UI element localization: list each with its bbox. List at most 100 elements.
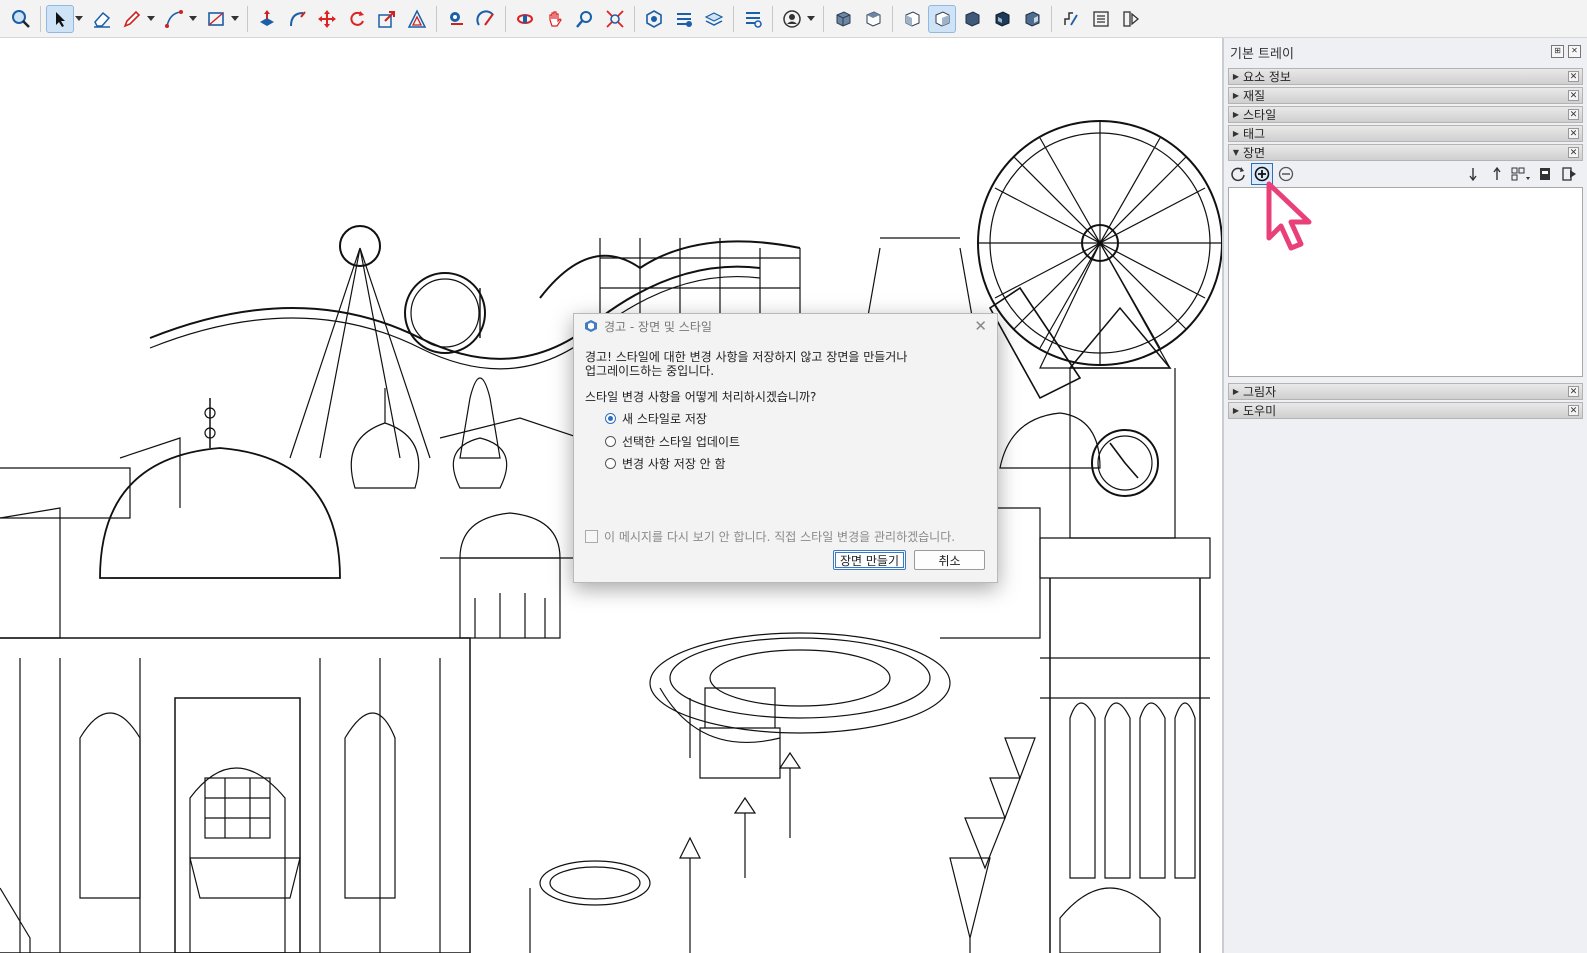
toolbar-separator	[40, 5, 41, 32]
create-scene-button[interactable]: 장면 만들기	[833, 550, 906, 570]
expand-arrow-icon: ▶	[1232, 72, 1240, 81]
panel-tags[interactable]: ▶ 태그 ✕	[1228, 125, 1583, 142]
dont-show-again-checkbox[interactable]: 이 메시지를 다시 보기 안 합니다. 직접 스타일 변경을 관리하겠습니다.	[585, 528, 955, 545]
collapse-arrow-icon: ▼	[1232, 148, 1240, 157]
outliner-icon[interactable]	[1088, 6, 1114, 32]
front-view-icon[interactable]	[899, 6, 925, 32]
dialog-message: 경고! 스타일에 대한 변경 사항을 저장하지 않고 장면을 만들거나 업그레이…	[585, 350, 985, 378]
move-scene-down-icon[interactable]	[1463, 164, 1483, 184]
tray-title-bar: 기본 트레이 ⊞ ✕	[1224, 38, 1587, 66]
close-icon[interactable]: ✕	[1568, 45, 1581, 58]
expand-arrow-icon: ▶	[1232, 110, 1240, 119]
warehouse-icon[interactable]	[641, 6, 667, 32]
checkbox-label: 이 메시지를 다시 보기 안 합니다. 직접 스타일 변경을 관리하겠습니다.	[604, 530, 956, 544]
toolbar-separator	[247, 5, 248, 32]
dialog-title: 경고 - 장면 및 스타일	[604, 319, 712, 334]
chevron-down-icon[interactable]	[807, 6, 815, 32]
rectangle-icon[interactable]	[203, 6, 229, 32]
orbit-icon[interactable]	[512, 6, 538, 32]
panel-styles[interactable]: ▶ 스타일 ✕	[1228, 106, 1583, 123]
right-view-icon[interactable]	[928, 4, 956, 33]
radio-button[interactable]	[605, 413, 616, 424]
close-icon[interactable]: ✕	[974, 317, 987, 335]
panel-label: 스타일	[1243, 108, 1277, 122]
radio-button[interactable]	[605, 436, 616, 447]
follow-me-icon[interactable]	[284, 6, 310, 32]
pan-hand-icon[interactable]	[542, 6, 568, 32]
mouse-cursor-icon	[1266, 181, 1312, 251]
option-update-selected-style[interactable]: 선택한 스타일 업데이트	[605, 433, 740, 450]
pin-icon[interactable]: ⊞	[1551, 45, 1564, 58]
chevron-down-icon[interactable]	[189, 6, 197, 32]
zoom-icon[interactable]	[8, 6, 34, 32]
eraser-icon[interactable]	[89, 6, 115, 32]
tray-title: 기본 트레이	[1230, 46, 1294, 62]
refresh-scene-icon[interactable]	[1228, 164, 1248, 184]
chevron-down-icon[interactable]	[231, 6, 239, 32]
offset-icon[interactable]	[404, 6, 430, 32]
magnifier-icon[interactable]	[572, 6, 598, 32]
pencil-icon[interactable]	[119, 6, 145, 32]
view-options-icon[interactable]	[1511, 164, 1531, 184]
panel-scenes[interactable]: ▼ 장면 ✕	[1228, 144, 1583, 161]
arc-icon[interactable]	[161, 6, 187, 32]
expand-arrow-icon: ▶	[1232, 406, 1240, 415]
styles-icon[interactable]	[740, 6, 766, 32]
close-icon[interactable]: ✕	[1568, 147, 1579, 158]
scale-icon[interactable]	[374, 6, 400, 32]
toolbar-separator	[1051, 5, 1052, 32]
sketchup-logo-icon	[585, 320, 597, 332]
close-icon[interactable]: ✕	[1568, 90, 1579, 101]
close-icon[interactable]: ✕	[1568, 109, 1579, 120]
expand-arrow-icon: ▶	[1232, 129, 1240, 138]
components-panel-icon[interactable]	[1118, 6, 1144, 32]
show-details-icon[interactable]	[1559, 164, 1579, 184]
bottom-view-icon[interactable]	[1019, 6, 1045, 32]
extension-icon[interactable]	[671, 6, 697, 32]
expand-arrow-icon: ▶	[1232, 387, 1240, 396]
close-icon[interactable]: ✕	[1568, 71, 1579, 82]
close-icon[interactable]: ✕	[1568, 386, 1579, 397]
checkbox[interactable]	[585, 530, 598, 543]
toolbar-separator	[892, 5, 893, 32]
close-icon[interactable]: ✕	[1568, 128, 1579, 139]
panel-instructor[interactable]: ▶ 도우미 ✕	[1228, 402, 1583, 419]
iso-view-icon[interactable]	[830, 6, 856, 32]
toolbar-separator	[505, 5, 506, 32]
model-info-icon[interactable]	[1058, 6, 1084, 32]
account-icon[interactable]	[779, 6, 805, 32]
protractor-icon[interactable]	[473, 6, 499, 32]
zoom-extents-icon[interactable]	[602, 6, 628, 32]
main-toolbar	[0, 0, 1587, 38]
panel-materials[interactable]: ▶ 재질 ✕	[1228, 87, 1583, 104]
toolbar-separator	[634, 5, 635, 32]
cancel-button[interactable]: 취소	[914, 550, 985, 570]
option-save-new-style[interactable]: 새 스타일로 저장	[605, 410, 707, 427]
close-icon[interactable]: ✕	[1568, 405, 1579, 416]
toolbar-separator	[823, 5, 824, 32]
dialog-title-bar: 경고 - 장면 및 스타일 ✕	[574, 314, 997, 338]
top-view-icon[interactable]	[860, 6, 886, 32]
move-icon[interactable]	[314, 6, 340, 32]
chevron-down-icon[interactable]	[147, 6, 155, 32]
left-view-icon[interactable]	[989, 6, 1015, 32]
select-arrow-icon[interactable]	[46, 4, 74, 33]
default-tray: 기본 트레이 ⊞ ✕ ▶ 요소 정보 ✕ ▶ 재질 ✕ ▶ 스타일 ✕ ▶ 태그…	[1222, 38, 1587, 953]
tape-measure-icon[interactable]	[443, 6, 469, 32]
warning-dialog: 경고 - 장면 및 스타일 ✕ 경고! 스타일에 대한 변경 사항을 저장하지 …	[573, 313, 998, 583]
option-label: 새 스타일로 저장	[622, 412, 707, 426]
move-scene-up-icon[interactable]	[1487, 164, 1507, 184]
scene-thumbnail-icon[interactable]	[1535, 164, 1555, 184]
back-view-icon[interactable]	[959, 6, 985, 32]
layers-icon[interactable]	[701, 6, 727, 32]
option-label: 변경 사항 저장 안 함	[622, 457, 726, 471]
radio-button[interactable]	[605, 458, 616, 469]
panel-label: 장면	[1243, 146, 1266, 160]
chevron-down-icon[interactable]	[75, 6, 83, 32]
rotate-icon[interactable]	[344, 6, 370, 32]
panel-shadows[interactable]: ▶ 그림자 ✕	[1228, 383, 1583, 400]
panel-entity-info[interactable]: ▶ 요소 정보 ✕	[1228, 68, 1583, 85]
option-do-not-save[interactable]: 변경 사항 저장 안 함	[605, 455, 726, 472]
push-pull-icon[interactable]	[254, 6, 280, 32]
panel-label: 도우미	[1243, 404, 1277, 418]
